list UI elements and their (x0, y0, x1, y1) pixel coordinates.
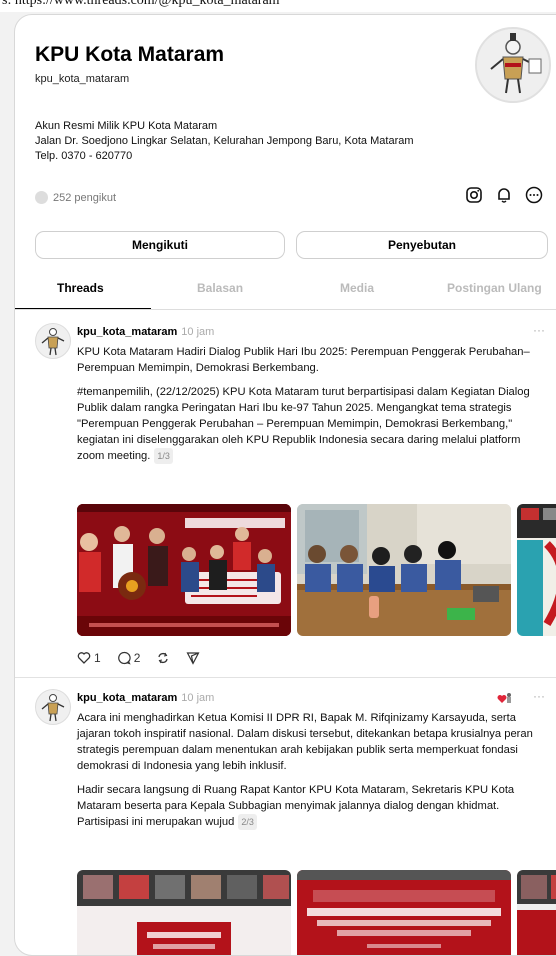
post-image-3[interactable] (517, 870, 556, 955)
profile-bio: Akun Resmi Milik KPU Kota Mataram Jalan … (35, 119, 414, 164)
url-text: s: https://www.threads.com/@kpu_kota_mat… (2, 0, 280, 8)
post-username[interactable]: kpu_kota_mataram (77, 326, 177, 338)
instagram-icon[interactable] (464, 185, 484, 205)
post-body: Acara ini menghadirkan Ketua Komisi II D… (77, 710, 547, 830)
profile-icons (464, 185, 544, 205)
post-paragraph-2: Hadir secara langsung di Ruang Rapat Kan… (77, 782, 547, 830)
more-options-icon[interactable] (524, 185, 544, 205)
tab-reposts[interactable]: Postingan Ulang (447, 281, 542, 295)
notification-bell-icon[interactable] (494, 185, 514, 205)
share-button[interactable] (186, 651, 200, 665)
tab-replies[interactable]: Balasan (197, 281, 243, 295)
follower-avatar-icon (35, 191, 48, 204)
followers-count: 252 pengikut (53, 191, 116, 204)
heart-icon (77, 652, 91, 664)
bio-line: Jalan Dr. Soedjono Lingkar Selatan, Kelu… (35, 135, 414, 147)
post-image-1[interactable] (77, 870, 291, 955)
post-username[interactable]: kpu_kota_mataram (77, 692, 177, 704)
bio-line: Akun Resmi Milik KPU Kota Mataram (35, 120, 218, 132)
reply-count: 2 (133, 651, 141, 665)
profile-tabs: Threads Balasan Media Postingan Ulang (15, 269, 556, 310)
comment-icon (117, 651, 131, 665)
post-paragraph: KPU Kota Mataram Hadiri Dialog Publik Ha… (77, 346, 530, 374)
post-image-1[interactable] (77, 504, 291, 636)
reply-button[interactable]: 2 (117, 651, 141, 665)
repost-button[interactable] (156, 651, 170, 665)
post-avatar[interactable] (35, 689, 71, 725)
post-paragraph: Acara ini menghadirkan Ketua Komisi II D… (77, 712, 533, 772)
post-body: KPU Kota Mataram Hadiri Dialog Publik Ha… (77, 344, 547, 464)
post-more-icon[interactable]: ··· (533, 689, 545, 703)
post-paragraph-text: #temanpemilih, (22/12/2025) KPU Kota Mat… (77, 386, 530, 462)
reaction-badge-icon (497, 691, 513, 710)
send-icon (186, 652, 200, 665)
profile-avatar[interactable] (475, 27, 551, 103)
repost-icon (158, 652, 169, 664)
post-author[interactable]: kpu_kota_mataram 10 jam (77, 326, 214, 338)
like-count: 1 (94, 651, 101, 665)
browser-url-strip: s: https://www.threads.com/@kpu_kota_mat… (0, 0, 556, 12)
tab-media[interactable]: Media (340, 281, 374, 295)
post-avatar[interactable] (35, 323, 71, 359)
profile-card: KPU Kota Mataram kpu_kota_mataram Akun R… (14, 14, 556, 956)
tab-threads[interactable]: Threads (57, 281, 104, 295)
bio-line: Telp. 0370 - 620770 (35, 150, 133, 162)
post-image-3[interactable] (517, 504, 556, 636)
post-image-2[interactable] (297, 870, 511, 955)
post-paragraph-2: #temanpemilih, (22/12/2025) KPU Kota Mat… (77, 384, 547, 464)
post-time: 10 jam (181, 692, 215, 704)
thread-pager: 1/3 (154, 448, 173, 464)
active-tab-indicator (15, 308, 151, 309)
post-actions: 1 2 (77, 651, 200, 665)
post-author[interactable]: kpu_kota_mataram 10 jam (77, 692, 214, 704)
post-image-2[interactable] (297, 504, 511, 636)
post-time: 10 jam (181, 326, 215, 338)
followers-link[interactable]: 252 pengikut (35, 191, 116, 204)
profile-handle: kpu_kota_mataram (35, 73, 130, 85)
post-more-icon[interactable]: ··· (533, 323, 545, 337)
like-button[interactable]: 1 (77, 651, 101, 665)
profile-name: KPU Kota Mataram (35, 43, 225, 66)
thread-pager: 2/3 (238, 814, 257, 830)
mention-button[interactable]: Penyebutan (296, 231, 548, 259)
following-button[interactable]: Mengikuti (35, 231, 285, 259)
post-divider (15, 677, 556, 678)
mascot-image (477, 29, 549, 101)
post-paragraph-text: Hadir secara langsung di Ruang Rapat Kan… (77, 784, 515, 828)
